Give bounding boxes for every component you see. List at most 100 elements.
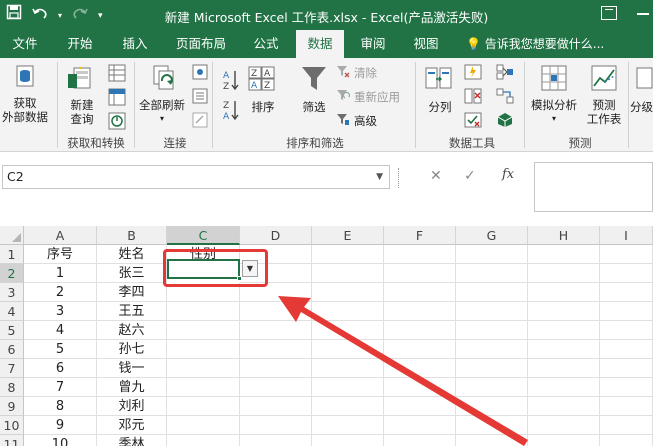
cell-a9[interactable]: 8 [24, 397, 97, 416]
cell-h2[interactable] [528, 264, 600, 283]
outline-button[interactable]: 分级 [630, 100, 653, 114]
tab-review[interactable]: 审阅 [351, 30, 395, 58]
sort-za-icon[interactable]: ZA [222, 98, 240, 125]
data-validation-icon[interactable] [464, 112, 482, 131]
row-header-6[interactable]: 6 [0, 340, 24, 359]
cell-c7[interactable] [167, 359, 240, 378]
cell-e1[interactable] [312, 245, 384, 264]
advanced-filter-button[interactable]: 高级 [336, 112, 377, 129]
cell-g9[interactable] [456, 397, 528, 416]
row-header-4[interactable]: 4 [0, 302, 24, 321]
cell-h4[interactable] [528, 302, 600, 321]
cell-h11[interactable] [528, 435, 600, 446]
cell-c5[interactable] [167, 321, 240, 340]
column-header-f[interactable]: F [384, 226, 456, 245]
column-header-a[interactable]: A [24, 226, 97, 245]
cell-e6[interactable] [312, 340, 384, 359]
row-header-7[interactable]: 7 [0, 359, 24, 378]
cell-e2[interactable] [312, 264, 384, 283]
flash-fill-icon[interactable] [464, 64, 482, 83]
select-all-button[interactable] [0, 226, 24, 245]
tab-view[interactable]: 视图 [404, 30, 448, 58]
row-header-8[interactable]: 8 [0, 378, 24, 397]
cell-f5[interactable] [384, 321, 456, 340]
cell-i6[interactable] [600, 340, 653, 359]
consolidate-icon[interactable] [496, 64, 514, 83]
cell-c8[interactable] [167, 378, 240, 397]
text-to-columns-button[interactable]: 分列 [422, 100, 458, 114]
cell-b2[interactable]: 张三 [97, 264, 167, 283]
cell-b9[interactable]: 刘利 [97, 397, 167, 416]
column-header-d[interactable]: D [240, 226, 312, 245]
cell-i8[interactable] [600, 378, 653, 397]
cell-g1[interactable] [456, 245, 528, 264]
insert-function-icon[interactable]: fx [502, 167, 514, 182]
cell-i10[interactable] [600, 416, 653, 435]
tell-me-search[interactable]: 💡 告诉我您想要做什么... [466, 30, 604, 58]
column-header-b[interactable]: B [97, 226, 167, 245]
show-queries-icon[interactable] [108, 64, 126, 85]
cell-a1[interactable]: 序号 [24, 245, 97, 264]
cell-h7[interactable] [528, 359, 600, 378]
row-header-9[interactable]: 9 [0, 397, 24, 416]
cell-g4[interactable] [456, 302, 528, 321]
cell-i11[interactable] [600, 435, 653, 446]
cell-d4[interactable] [240, 302, 312, 321]
cell-a4[interactable]: 3 [24, 302, 97, 321]
cell-a10[interactable]: 9 [24, 416, 97, 435]
cell-c4[interactable] [167, 302, 240, 321]
cell-c9[interactable] [167, 397, 240, 416]
formula-input[interactable] [534, 162, 653, 212]
cell-h10[interactable] [528, 416, 600, 435]
cell-a6[interactable]: 5 [24, 340, 97, 359]
row-header-2[interactable]: 2 [0, 264, 24, 283]
cell-b10[interactable]: 邓元 [97, 416, 167, 435]
cell-g2[interactable] [456, 264, 528, 283]
cell-b6[interactable]: 孙七 [97, 340, 167, 359]
cell-b4[interactable]: 王五 [97, 302, 167, 321]
cell-a7[interactable]: 6 [24, 359, 97, 378]
cell-e10[interactable] [312, 416, 384, 435]
refresh-all-button[interactable]: 全部刷新 ▾ [136, 98, 188, 126]
cell-e8[interactable] [312, 378, 384, 397]
relationships-icon[interactable] [496, 88, 514, 107]
cell-f10[interactable] [384, 416, 456, 435]
name-box[interactable]: C2 ▼ [2, 165, 390, 189]
row-header-11[interactable]: 11 [0, 435, 24, 446]
cell-f6[interactable] [384, 340, 456, 359]
column-header-i[interactable]: I [600, 226, 653, 245]
tab-data[interactable]: 数据 [296, 30, 344, 58]
cell-f4[interactable] [384, 302, 456, 321]
cell-i4[interactable] [600, 302, 653, 321]
cell-i2[interactable] [600, 264, 653, 283]
cell-f9[interactable] [384, 397, 456, 416]
cell-a11[interactable]: 10 [24, 435, 97, 446]
cell-a3[interactable]: 2 [24, 283, 97, 302]
cell-d9[interactable] [240, 397, 312, 416]
cell-h5[interactable] [528, 321, 600, 340]
column-header-e[interactable]: E [312, 226, 384, 245]
cell-b3[interactable]: 李四 [97, 283, 167, 302]
new-query-button[interactable]: 新建 查询 [60, 98, 104, 126]
cell-b7[interactable]: 钱一 [97, 359, 167, 378]
column-header-g[interactable]: G [456, 226, 528, 245]
cell-d8[interactable] [240, 378, 312, 397]
cell-a2[interactable]: 1 [24, 264, 97, 283]
cancel-icon[interactable]: ✕ [430, 168, 442, 184]
cell-b1[interactable]: 姓名 [97, 245, 167, 264]
tab-page-layout[interactable]: 页面布局 [168, 30, 234, 58]
from-table-icon[interactable] [108, 88, 126, 109]
cell-h3[interactable] [528, 283, 600, 302]
get-external-data-button[interactable]: 获取 外部数据 [0, 96, 50, 124]
cell-i7[interactable] [600, 359, 653, 378]
row-header-1[interactable]: 1 [0, 245, 24, 264]
cell-f8[interactable] [384, 378, 456, 397]
cell-g8[interactable] [456, 378, 528, 397]
cell-b11[interactable]: 季林 [97, 435, 167, 446]
cell-i5[interactable] [600, 321, 653, 340]
cell-g11[interactable] [456, 435, 528, 446]
cell-d5[interactable] [240, 321, 312, 340]
cell-g5[interactable] [456, 321, 528, 340]
cell-f2[interactable] [384, 264, 456, 283]
filter-button[interactable]: 筛选 [296, 100, 332, 114]
